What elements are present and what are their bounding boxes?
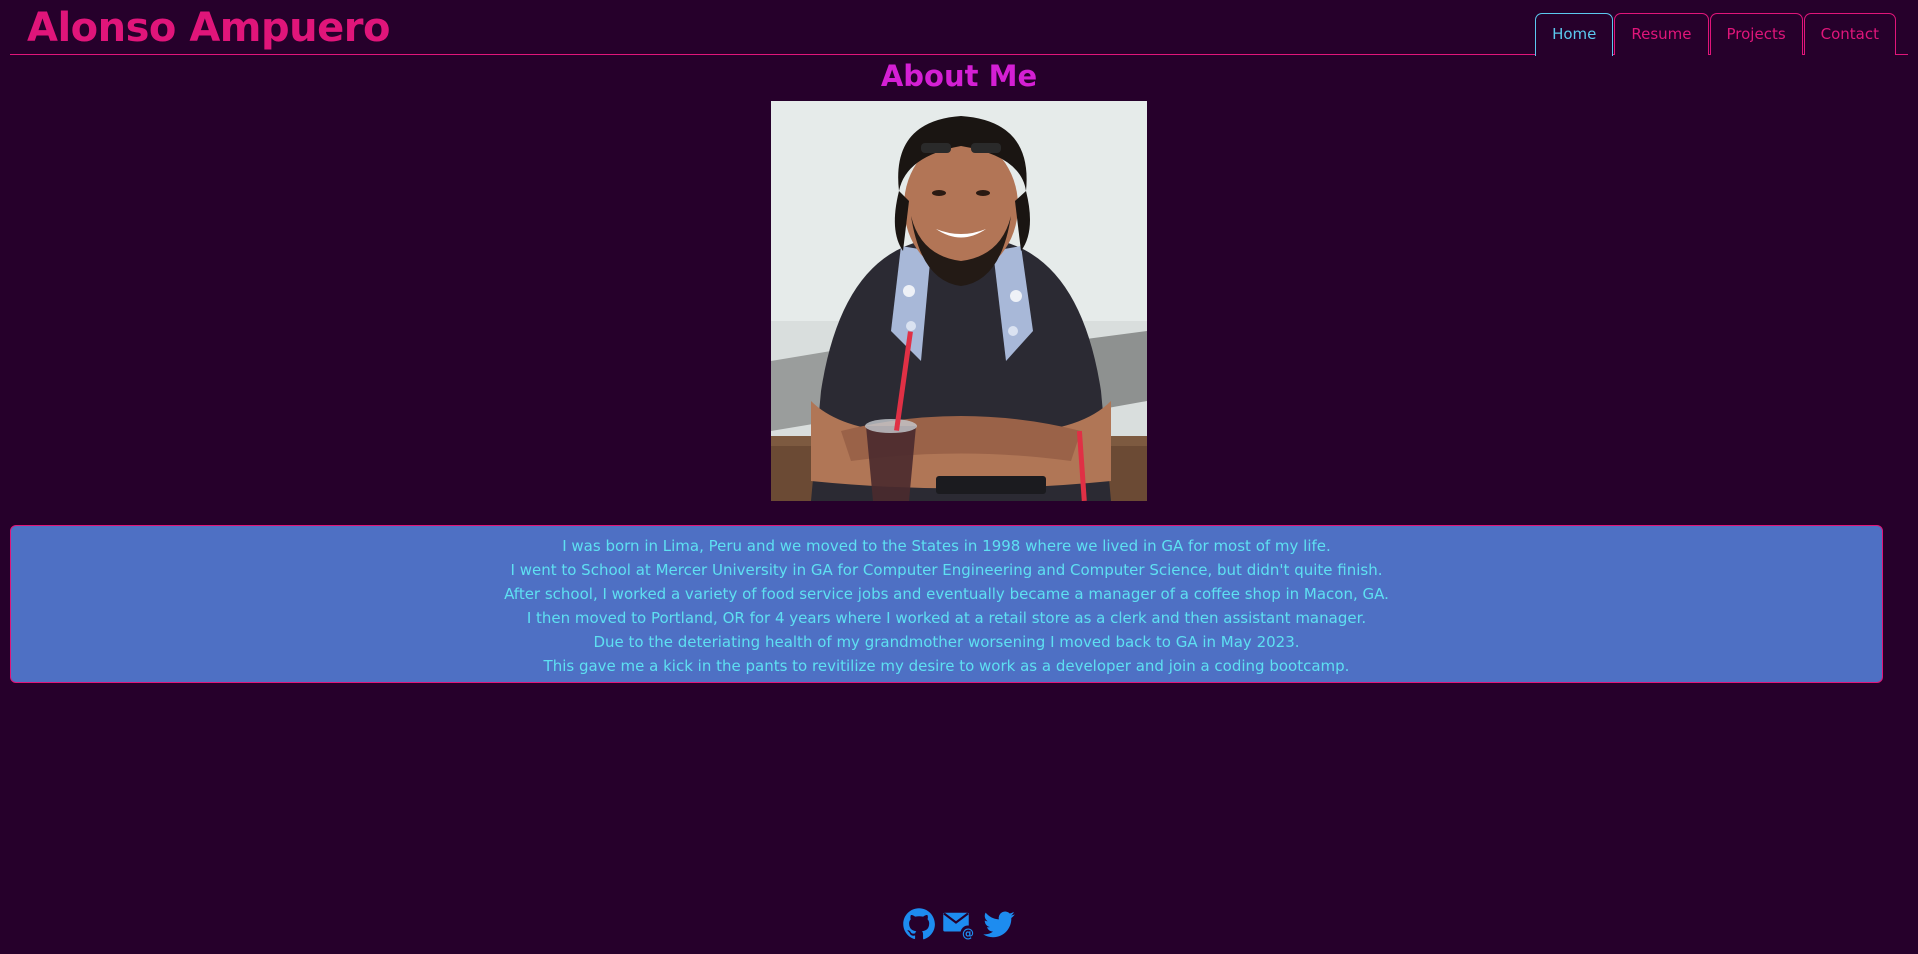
tab-home[interactable]: Home (1535, 13, 1614, 56)
site-name: Alonso Ampuero (27, 5, 390, 51)
bio-line: This gave me a kick in the pants to revi… (543, 657, 1350, 675)
tab-resume[interactable]: Resume (1614, 13, 1709, 55)
bio-line: I went to School at Mercer University in… (510, 561, 1383, 579)
tab-projects[interactable]: Projects (1709, 13, 1803, 55)
site-header: Alonso Ampuero Home Resume Projects Cont… (10, 0, 1908, 56)
site-footer: @ (0, 906, 1918, 942)
bio-line: I was born in Lima, Peru and we moved to… (562, 537, 1331, 555)
profile-photo (771, 101, 1147, 501)
bio-line: After school, I worked a variety of food… (504, 585, 1389, 603)
main-nav: Home Resume Projects Contact (1535, 13, 1896, 56)
github-icon[interactable] (901, 906, 937, 942)
bio-line: I then moved to Portland, OR for 4 years… (526, 609, 1367, 627)
bio-line: Due to the deteriating health of my gran… (593, 633, 1300, 651)
email-icon[interactable]: @ (941, 906, 977, 942)
bio-panel: I was born in Lima, Peru and we moved to… (10, 525, 1883, 683)
svg-text:@: @ (962, 927, 974, 941)
tab-contact[interactable]: Contact (1803, 13, 1896, 55)
twitter-icon[interactable] (981, 906, 1017, 942)
page-title: About Me (880, 59, 1038, 93)
